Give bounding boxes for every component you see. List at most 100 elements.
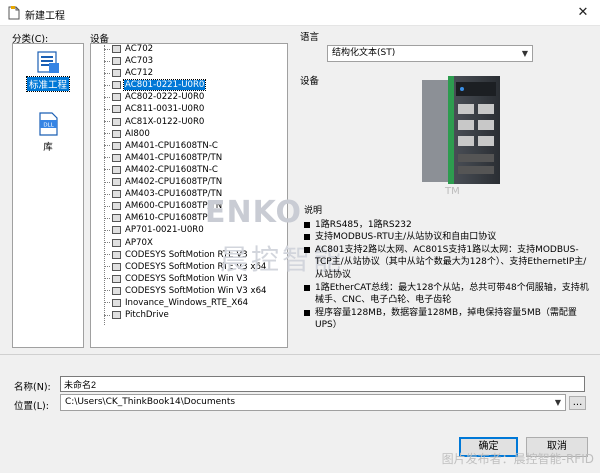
description-item: 支持MODBUS-RTU主/从站协议和自由口协议 bbox=[304, 231, 594, 244]
description-item: 1路EtherCAT总线：最大128个从站，总共可带48个伺服轴，支持机械手、C… bbox=[304, 282, 594, 307]
language-select[interactable]: 结构化文本(ST) ▼ bbox=[327, 45, 533, 62]
description-item-text: 1路EtherCAT总线：最大128个从站，总共可带48个伺服轴，支持机械手、C… bbox=[315, 282, 589, 306]
new-project-icon bbox=[8, 6, 20, 20]
device-icon bbox=[112, 202, 121, 211]
device-item-label: AM401-CPU1608TN-C bbox=[125, 140, 218, 151]
device-icon bbox=[112, 238, 121, 247]
device-icon bbox=[112, 141, 121, 150]
device-item-label: AC811-0031-U0R0 bbox=[125, 104, 205, 115]
description-item-text: 支持MODBUS-RTU主/从站协议和自由口协议 bbox=[315, 232, 497, 243]
device-item[interactable]: PitchDrive bbox=[104, 309, 268, 321]
device-item-label: AC802-0222-U0R0 bbox=[125, 92, 205, 103]
device-item-label: AM401-CPU1608TP/TN bbox=[125, 152, 223, 163]
tree-connector bbox=[104, 133, 110, 135]
description-item: AC801支持2路以太网、AC801S支持1路以太网：支持MODBUS-TCP主… bbox=[304, 244, 594, 282]
separator bbox=[0, 354, 600, 355]
device-icon bbox=[112, 165, 121, 174]
device-item[interactable]: AC712 bbox=[104, 67, 268, 79]
device-icon bbox=[112, 298, 121, 307]
description-item-text: 程序容量128MB，数据容量128MB，掉电保持容量5MB（需配置UPS） bbox=[315, 307, 577, 331]
device-item-label: AC702 bbox=[125, 44, 154, 54]
controller-device-image bbox=[422, 76, 500, 184]
standard-project-icon bbox=[37, 51, 59, 73]
device-preview-label: 设备 bbox=[300, 76, 320, 87]
tree-connector bbox=[104, 121, 110, 123]
device-item[interactable]: AI800 bbox=[104, 128, 268, 140]
device-item[interactable]: AC811-0031-U0R0 bbox=[104, 103, 268, 115]
chevron-down-icon: ▼ bbox=[554, 398, 561, 407]
device-item-label: AM610-CPU1608TP bbox=[125, 213, 208, 224]
device-item[interactable]: Inovance_Windows_RTE_X64 bbox=[104, 297, 268, 309]
tree-connector bbox=[104, 205, 110, 207]
tree-connector bbox=[104, 278, 110, 280]
description-item-text: AC801支持2路以太网、AC801S支持1路以太网：支持MODBUS-TCP主… bbox=[315, 244, 587, 280]
name-label: 名称(N): bbox=[14, 382, 51, 393]
tree-connector bbox=[104, 84, 110, 86]
bullet-icon bbox=[304, 234, 310, 241]
title-bar: 新建工程 ✕ bbox=[0, 0, 600, 26]
tree-connector bbox=[104, 169, 110, 171]
device-item-label: AC81X-0122-U0R0 bbox=[125, 116, 205, 127]
device-icon bbox=[112, 93, 121, 102]
description-item: 1路RS485，1路RS232 bbox=[304, 219, 594, 232]
device-icon bbox=[112, 153, 121, 162]
device-icon bbox=[112, 105, 121, 114]
device-item[interactable]: AC703 bbox=[104, 55, 268, 67]
tree-connector bbox=[104, 96, 110, 98]
tree-connector bbox=[104, 72, 110, 74]
device-icon bbox=[112, 69, 121, 78]
device-item-label: Inovance_Windows_RTE_X64 bbox=[125, 297, 249, 308]
tree-connector bbox=[104, 314, 110, 316]
device-item[interactable]: AM402-CPU1608TN-C bbox=[104, 164, 268, 176]
category-item-label: 库 bbox=[43, 142, 53, 153]
description-item: 程序容量128MB，数据容量128MB，掉电保持容量5MB（需配置UPS） bbox=[304, 307, 594, 332]
device-item[interactable]: AM401-CPU1608TP/TN bbox=[104, 152, 268, 164]
bullet-icon bbox=[304, 246, 310, 253]
category-item-standard-project[interactable]: 标准工程 bbox=[18, 49, 78, 92]
device-icon bbox=[112, 117, 121, 126]
description-panel: 说明 1路RS485，1路RS232 支持MODBUS-RTU主/从站协议和自由口… bbox=[304, 205, 594, 332]
category-list[interactable]: 标准工程 DLL 库 bbox=[12, 43, 84, 348]
location-label: 位置(L): bbox=[14, 401, 49, 412]
device-icon bbox=[112, 311, 121, 320]
device-item-label: AC801-0221-U0R0 bbox=[122, 79, 207, 92]
device-item-label: AM402-CPU1608TP/TN bbox=[125, 177, 223, 188]
location-value: C:\Users\CK_ThinkBook14\Documents bbox=[65, 397, 236, 407]
device-icon bbox=[112, 178, 121, 187]
trademark-text: TM bbox=[445, 186, 460, 197]
bullet-icon bbox=[304, 284, 310, 291]
name-input[interactable] bbox=[60, 376, 585, 392]
device-icon bbox=[112, 57, 121, 66]
category-item-library[interactable]: DLL 库 bbox=[18, 111, 78, 153]
device-icon bbox=[112, 190, 121, 199]
library-icon: DLL bbox=[39, 112, 58, 136]
device-icon bbox=[112, 262, 121, 271]
watermark-footer: 图片发布者：晨控智能-RFID bbox=[441, 452, 594, 466]
browse-button[interactable]: ... bbox=[569, 396, 586, 410]
device-item-label: AP70X bbox=[125, 237, 153, 248]
device-icon bbox=[112, 226, 121, 235]
device-item-label: AP701-0021-U0R0 bbox=[125, 225, 204, 236]
device-item-label: AC712 bbox=[125, 68, 154, 79]
device-item[interactable]: CODESYS SoftMotion Win V3 x64 bbox=[104, 285, 268, 297]
tree-connector bbox=[104, 229, 110, 231]
language-value: 结构化文本(ST) bbox=[332, 48, 396, 58]
tree-connector bbox=[104, 266, 110, 268]
device-item[interactable]: AC81X-0122-U0R0 bbox=[104, 116, 268, 128]
description-label: 说明 bbox=[304, 206, 323, 216]
device-item[interactable]: AM401-CPU1608TN-C bbox=[104, 140, 268, 152]
device-icon bbox=[112, 250, 121, 259]
device-item[interactable]: AC802-0222-U0R0 bbox=[104, 91, 268, 103]
device-item[interactable]: AC702 bbox=[104, 43, 268, 55]
watermark-brand: ENKO bbox=[205, 195, 303, 230]
tree-connector bbox=[104, 145, 110, 147]
device-icon bbox=[112, 286, 121, 295]
svg-text:DLL: DLL bbox=[43, 123, 54, 129]
bullet-icon bbox=[304, 309, 310, 316]
device-item[interactable]: AC801-0221-U0R0 bbox=[104, 79, 268, 92]
device-item[interactable]: AM402-CPU1608TP/TN bbox=[104, 176, 268, 188]
close-button[interactable]: ✕ bbox=[566, 0, 600, 26]
location-select[interactable]: C:\Users\CK_ThinkBook14\Documents ▼ bbox=[60, 394, 566, 411]
device-item-label: CODESYS SoftMotion Win V3 x64 bbox=[125, 285, 267, 296]
tree-connector bbox=[104, 242, 110, 243]
